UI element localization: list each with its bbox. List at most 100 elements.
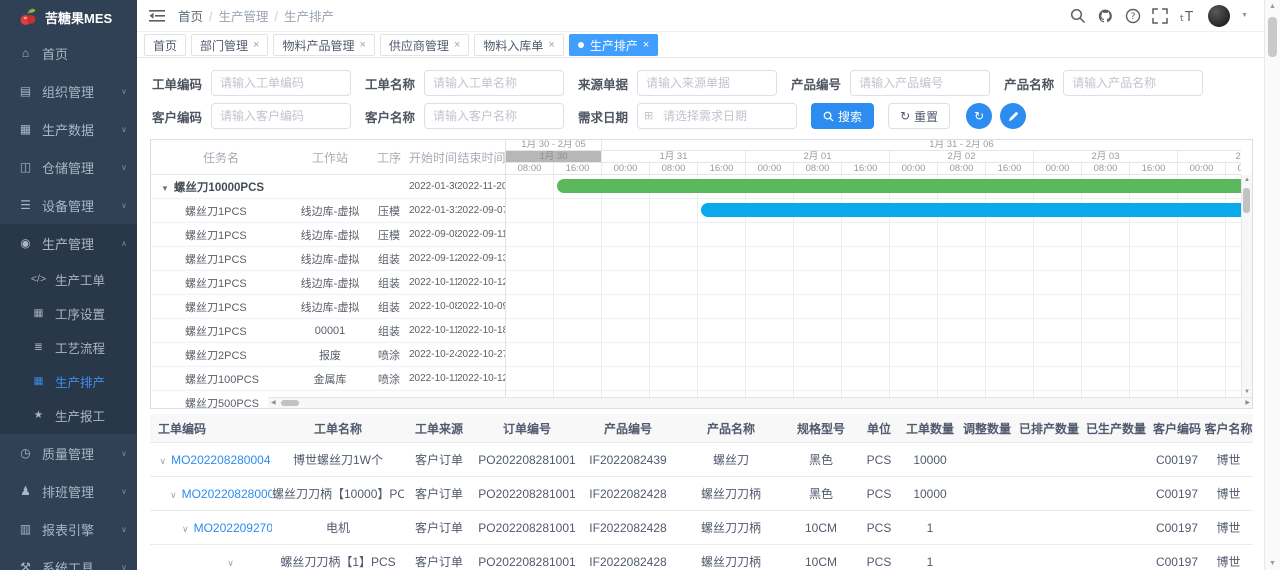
gantt-task-row[interactable]: 螺丝刀1PCS 线边库-虚拟 压模 2022-01-31 2022-09-07 bbox=[151, 199, 505, 223]
sidebar-item-production-work-order[interactable]: </> 生产工单 bbox=[0, 262, 137, 296]
sidebar-item-system-tools[interactable]: ⚒ 系统工具 ∨ bbox=[0, 548, 137, 570]
task-name: 螺丝刀1PCS bbox=[185, 253, 247, 266]
product-name-input[interactable] bbox=[1063, 70, 1204, 96]
scroll-right-icon[interactable]: ▶ bbox=[1245, 400, 1250, 406]
scroll-left-icon[interactable]: ◀ bbox=[271, 400, 276, 406]
sidebar-item-shift-management[interactable]: ♟ 排班管理 ∨ bbox=[0, 472, 137, 510]
close-tab-icon[interactable]: × bbox=[359, 39, 365, 51]
close-tab-icon[interactable]: × bbox=[548, 39, 554, 51]
close-tab-icon[interactable]: × bbox=[643, 39, 649, 51]
work-order-link[interactable]: MO202208280005 bbox=[182, 487, 272, 501]
table-row: ∨ 螺丝刀刀柄【1】PCS 客户订单 PO202208281001 IF20220824… bbox=[150, 544, 1253, 570]
chevron-down-icon: ∨ bbox=[121, 124, 127, 134]
quality-icon: ◷ bbox=[20, 446, 31, 460]
gantt-column-header: 任务名 bbox=[202, 150, 239, 165]
fullscreen-icon[interactable] bbox=[1152, 7, 1168, 24]
sidebar-item-process-flow[interactable]: ≣ 工艺流程 bbox=[0, 330, 137, 364]
timeline-hour-label: 08:00 bbox=[1082, 163, 1130, 174]
sidebar-item-production-scheduling[interactable]: ▦ 生产排产 bbox=[0, 364, 137, 398]
row-expand-icon[interactable]: ∨ bbox=[227, 558, 234, 568]
vertical-scroll-thumb[interactable] bbox=[1243, 188, 1250, 213]
customer-code-input[interactable] bbox=[211, 103, 352, 129]
gantt-timeline: 1月 30 - 2月 05 1月 31 - 2月 06 1月 30 1月 31 2月 … bbox=[506, 140, 1241, 408]
sidebar-item-org-management[interactable]: ▤ 组织管理 ∨ bbox=[0, 72, 137, 110]
gantt-bar[interactable] bbox=[557, 179, 1241, 193]
gantt-task-row[interactable]: 螺丝刀1PCS 线边库-虚拟 组装 2022-09-12 2022-09-13 bbox=[151, 247, 505, 271]
work-order-code-input[interactable] bbox=[211, 70, 352, 96]
sidebar-item-production-data[interactable]: ▦ 生产数据 ∨ bbox=[0, 110, 137, 148]
close-tab-icon[interactable]: × bbox=[454, 39, 460, 51]
tab-material-inbound[interactable]: 物料入库单 × bbox=[474, 34, 564, 56]
scroll-down-icon[interactable]: ▼ bbox=[1265, 560, 1280, 567]
font-size-icon[interactable]: tT bbox=[1179, 9, 1197, 23]
gantt-task-row[interactable]: 螺丝刀1PCS 线边库-虚拟 组装 2022-10-08 2022-10-09 bbox=[151, 295, 505, 319]
equipment-icon: ☰ bbox=[20, 198, 31, 212]
avatar[interactable] bbox=[1208, 4, 1231, 27]
sidebar-item-equipment-management[interactable]: ☰ 设备管理 ∨ bbox=[0, 186, 137, 224]
gantt-task-row[interactable]: ▼ 螺丝刀10000PCS 2022-01-30 2022-11-20 bbox=[151, 175, 505, 199]
page-scrollbar[interactable]: ▲ ▼ bbox=[1264, 0, 1280, 570]
timeline-day-label: 1月 30 bbox=[506, 151, 602, 162]
demand-date-input[interactable] bbox=[637, 103, 798, 129]
breadcrumb-item[interactable]: 首页 bbox=[178, 10, 203, 24]
breadcrumb-item[interactable]: 生产管理 bbox=[219, 10, 269, 24]
sidebar-collapse-icon[interactable] bbox=[149, 9, 165, 23]
tab-home[interactable]: 首页 bbox=[144, 34, 187, 56]
tree-expand-icon[interactable]: ▼ bbox=[161, 184, 169, 193]
gantt-horizontal-scrollbar[interactable]: ◀ ▶ bbox=[268, 397, 1252, 408]
sidebar-item-quality-management[interactable]: ◷ 质量管理 ∨ bbox=[0, 434, 137, 472]
row-expand-icon[interactable]: ∨ bbox=[182, 524, 189, 534]
breadcrumb-item: 生产排产 bbox=[284, 10, 335, 24]
reset-button[interactable]: ↻ 重置 bbox=[888, 103, 951, 129]
work-order-link[interactable]: MO202209270023 bbox=[194, 521, 272, 535]
row-expand-icon[interactable]: ∨ bbox=[159, 456, 166, 466]
sidebar-item-report-engine[interactable]: ▥ 报表引擎 ∨ bbox=[0, 510, 137, 548]
help-icon[interactable]: ? bbox=[1125, 8, 1141, 24]
search-icon[interactable] bbox=[1070, 8, 1086, 24]
scroll-down-icon[interactable]: ▼ bbox=[1244, 389, 1250, 395]
tab-production-scheduling[interactable]: 生产排产 × bbox=[568, 34, 659, 56]
scroll-up-icon[interactable]: ▲ bbox=[1265, 3, 1280, 10]
page-scroll-thumb[interactable] bbox=[1268, 17, 1277, 57]
sidebar-item-home[interactable]: ⌂ 首页 bbox=[0, 34, 137, 72]
work-order-link[interactable]: MO202208280004 bbox=[171, 453, 270, 467]
work-order-code-cell: ∨ bbox=[150, 544, 272, 570]
tab-material-product-management[interactable]: 物料产品管理 × bbox=[273, 34, 375, 56]
tab-dept-management[interactable]: 部门管理 × bbox=[191, 34, 269, 56]
caret-down-icon[interactable]: ▼ bbox=[1241, 12, 1248, 19]
timeline-hour-label: 08:00 bbox=[794, 163, 842, 174]
gantt-task-row[interactable]: 螺丝刀1PCS 线边库-虚拟 压模 2022-09-08 2022-09-11 bbox=[151, 223, 505, 247]
source-cell: 客户订单 bbox=[404, 442, 474, 477]
work-order-name-input[interactable] bbox=[424, 70, 565, 96]
horizontal-scroll-thumb[interactable] bbox=[281, 400, 299, 406]
sidebar-item-production-management[interactable]: ◉ 生产管理 ∧ bbox=[0, 224, 137, 262]
sidebar-item-process-settings[interactable]: ▦ 工序设置 bbox=[0, 296, 137, 330]
sidebar-item-warehouse-management[interactable]: ◫ 仓储管理 ∨ bbox=[0, 148, 137, 186]
sync-button[interactable]: ↻ bbox=[966, 103, 993, 129]
close-tab-icon[interactable]: × bbox=[253, 39, 259, 51]
gantt-task-row[interactable]: 螺丝刀1PCS 线边库-虚拟 组装 2022-10-11 2022-10-12 bbox=[151, 271, 505, 295]
scroll-up-icon[interactable]: ▲ bbox=[1244, 177, 1250, 183]
github-icon[interactable] bbox=[1097, 8, 1114, 24]
tab-supplier-management[interactable]: 供应商管理 × bbox=[379, 34, 470, 56]
edit-button[interactable] bbox=[1000, 103, 1027, 129]
product-code-input[interactable] bbox=[850, 70, 991, 96]
gantt-task-row[interactable]: 螺丝刀100PCS 金属库 喷涂 2022-10-11 2022-10-12 bbox=[151, 367, 505, 391]
gantt-task-row[interactable]: 螺丝刀2PCS 报废 喷涂 2022-10-24 2022-10-27 bbox=[151, 343, 505, 367]
cherry-logo-icon bbox=[20, 8, 36, 25]
gantt-task-row[interactable]: 螺丝刀1PCS 00001 组装 2022-10-11 2022-10-18 bbox=[151, 319, 505, 343]
column-header: 工单名称 bbox=[272, 414, 404, 443]
gantt-vertical-scrollbar[interactable]: ▲ ▼ bbox=[1241, 175, 1252, 397]
gantt-bar[interactable] bbox=[701, 203, 1241, 217]
station-cell: 00001 bbox=[314, 324, 346, 337]
customer-name-input[interactable] bbox=[424, 103, 565, 129]
work-order-table-header: 工单编码 工单名称 工单来源 订单编号 产品编号 产品名称 规格型号 单位 工单数量 调整数量 已排… bbox=[150, 414, 1253, 443]
sidebar-item-production-reporting[interactable]: ★ 生产报工 bbox=[0, 398, 137, 432]
row-expand-icon[interactable]: ∨ bbox=[170, 490, 177, 500]
station-cell: 线边库-虚拟 bbox=[300, 253, 360, 266]
start-date-cell: 2022-01-31 bbox=[409, 205, 457, 216]
end-date-cell: 2022-09-07 bbox=[457, 205, 506, 216]
search-button[interactable]: 搜索 bbox=[811, 103, 875, 129]
station-cell: 报废 bbox=[319, 349, 341, 362]
source-doc-input[interactable] bbox=[637, 70, 778, 96]
